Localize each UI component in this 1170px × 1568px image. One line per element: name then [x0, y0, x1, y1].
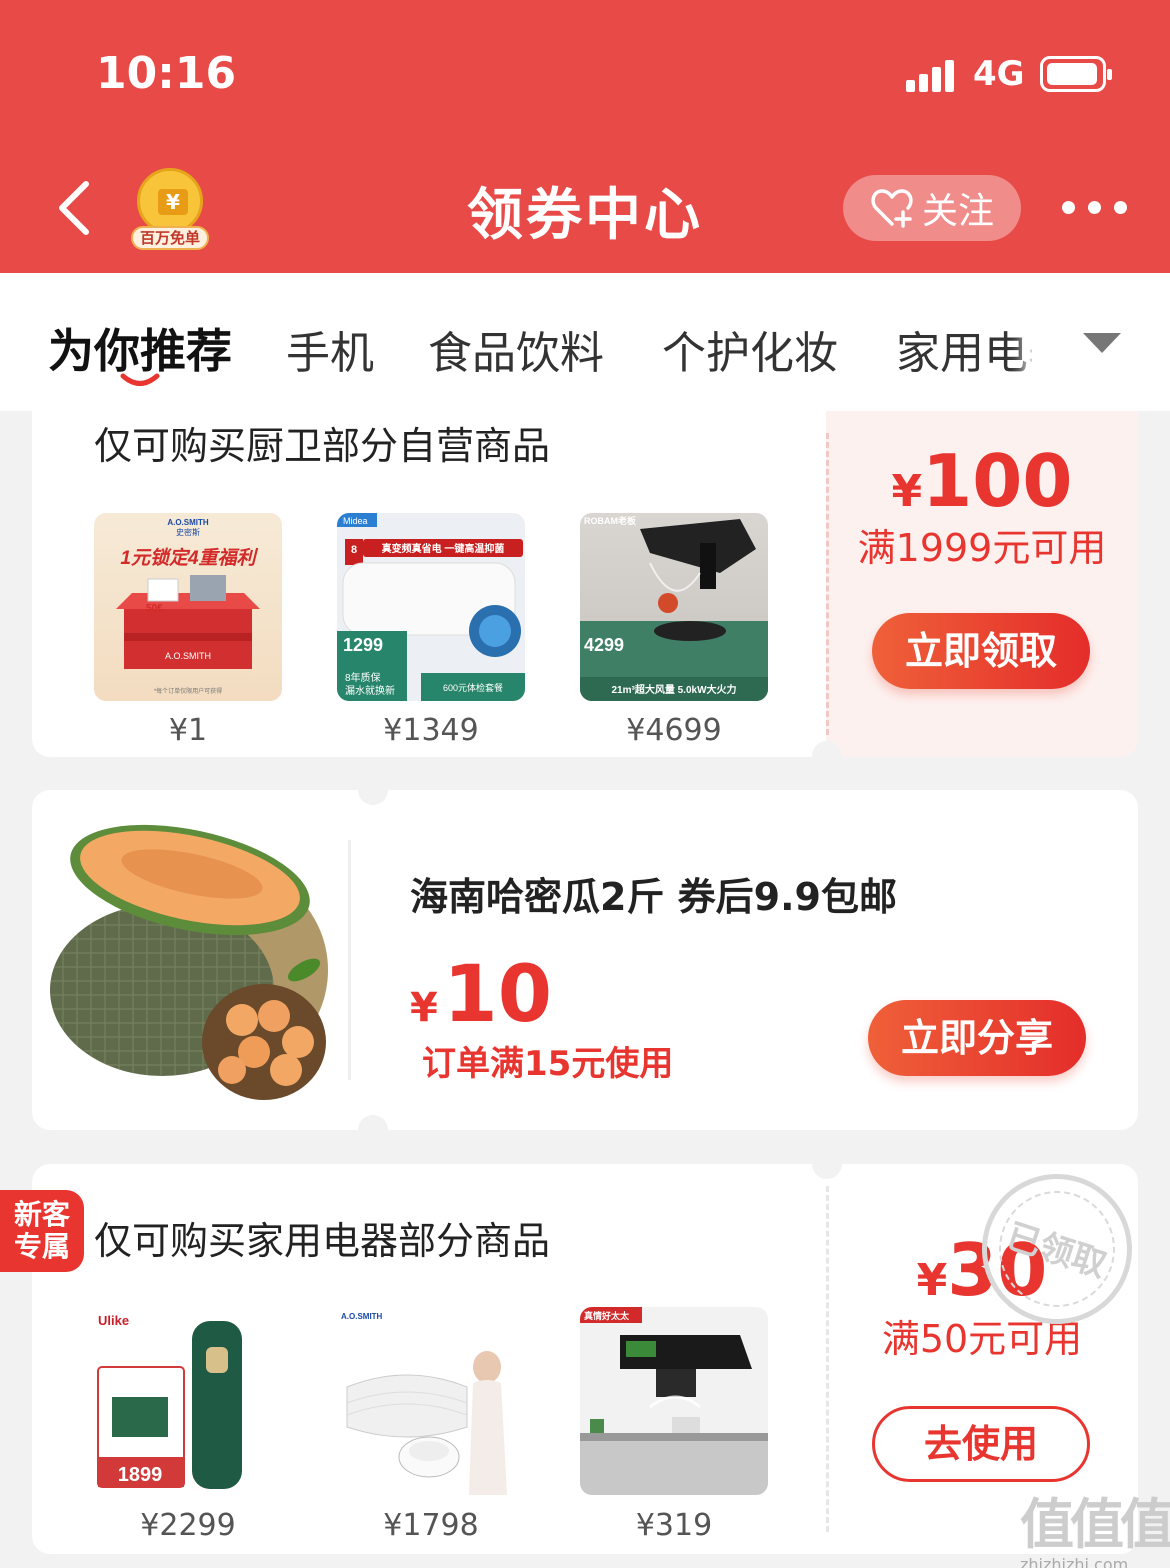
heart-plus-icon	[871, 189, 913, 228]
battery-icon	[1040, 56, 1112, 92]
svg-text:ROBAM老板: ROBAM老板	[584, 515, 637, 526]
header-bar: 10:16 4G ¥ 百万免单 领券中心 关注	[0, 0, 1170, 273]
svg-text:真变频真省电 一键高温抑菌: 真变频真省电 一键高温抑菌	[382, 542, 505, 555]
active-tab-indicator	[120, 373, 160, 386]
coupon-card-appliances: 仅可购买家用电器部分商品 Ulike 1899 ¥2299 A.O.SMITH …	[32, 1164, 1138, 1554]
product-price: ¥4699	[626, 713, 722, 748]
product-price: ¥2299	[140, 1508, 236, 1543]
tab-personal-care[interactable]: 个护化妆	[662, 317, 838, 381]
use-now-button[interactable]: 去使用	[872, 1406, 1090, 1482]
follow-button[interactable]: 关注	[843, 175, 1021, 241]
svg-text:21m³超大风量 5.0kW大火力: 21m³超大风量 5.0kW大火力	[611, 683, 736, 696]
product-price: ¥1349	[383, 713, 479, 748]
coupon-card-kitchen: 仅可购买厨卫部分自营商品 A.O.SMITH 史密斯 1元锁定4重福利 A.O.…	[32, 411, 1138, 757]
svg-text:真情好太太: 真情好太太	[584, 1310, 630, 1321]
coupon-value-panel: ¥100 满1999元可用 立即领取	[826, 411, 1138, 757]
site-watermark: 值值值 zhizhizhi.com	[1020, 1480, 1170, 1568]
svg-text:A.O.SMITH: A.O.SMITH	[167, 518, 209, 527]
coupon-amount: ¥100	[891, 439, 1073, 523]
coupon-title: 海南哈密瓜2斤 券后9.9包邮	[410, 875, 897, 919]
tab-recommended[interactable]: 为你推荐	[48, 315, 232, 381]
follow-label: 关注	[921, 191, 994, 232]
share-now-button[interactable]: 立即分享	[868, 1000, 1086, 1076]
svg-text:8年质保: 8年质保	[345, 671, 381, 684]
signal-icon	[906, 60, 954, 92]
svg-text:600元体检套餐: 600元体检套餐	[443, 682, 503, 693]
product-price: ¥1798	[383, 1508, 479, 1543]
coupon-condition: 满1999元可用	[857, 526, 1107, 570]
svg-text:A.O.SMITH: A.O.SMITH	[341, 1312, 383, 1321]
category-tabs: 为你推荐 手机 食品饮料 个护化妆 家用电器	[0, 273, 1170, 411]
svg-text:Midea: Midea	[343, 516, 368, 526]
product-image-ulike[interactable]: Ulike 1899	[94, 1307, 282, 1495]
svg-text:4299: 4299	[584, 635, 624, 655]
tab-food-drinks[interactable]: 食品饮料	[428, 317, 604, 381]
new-customer-tag: 新客 专属	[0, 1190, 84, 1272]
svg-text:Ulike: Ulike	[98, 1313, 129, 1328]
product-image-aosmith[interactable]: A.O.SMITH 史密斯 1元锁定4重福利 A.O.SMITH 50€ *每个…	[94, 513, 282, 701]
svg-text:1元锁定4重福利: 1元锁定4重福利	[120, 547, 258, 569]
coupon-condition: 满50元可用	[881, 1317, 1083, 1361]
product-price: ¥1	[168, 713, 208, 748]
product-image-robam[interactable]: ROBAM老板 4299 21m³超大风量 5.0kW大火力	[580, 513, 768, 701]
product-image-aosmith-blanket[interactable]: A.O.SMITH	[337, 1307, 525, 1495]
tab-phones[interactable]: 手机	[286, 317, 374, 381]
chevron-down-icon	[1083, 333, 1121, 353]
claim-now-button[interactable]: 立即领取	[872, 613, 1090, 689]
coupon-title: 仅可购买家用电器部分商品	[94, 1219, 551, 1263]
coupon-card-melon: 海南哈密瓜2斤 券后9.9包邮 ¥ 10 订单满15元使用 立即分享	[32, 790, 1138, 1130]
product-image-hood[interactable]: 真情好太太	[580, 1307, 768, 1495]
coupon-condition: 订单满15元使用	[422, 1044, 674, 1084]
watermark-logo: 值值值	[1020, 1493, 1170, 1556]
svg-text:8: 8	[351, 544, 357, 556]
svg-text:50€: 50€	[146, 603, 163, 614]
product-price: ¥319	[635, 1508, 713, 1543]
product-image-midea[interactable]: Midea 真变频真省电 一键高温抑菌 8 1299 8年质保 漏水就换新 60…	[337, 513, 525, 701]
svg-text:*每个订单仅限用户可获得: *每个订单仅限用户可获得	[154, 687, 222, 695]
svg-text:A.O.SMITH: A.O.SMITH	[165, 651, 211, 661]
network-type: 4G	[973, 54, 1025, 94]
product-image-melon[interactable]	[42, 820, 332, 1110]
more-options-button[interactable]	[1060, 198, 1128, 218]
coupon-amount: ¥ 10	[410, 950, 552, 1040]
svg-text:1899: 1899	[118, 1464, 163, 1486]
tabs-expand-area[interactable]	[1032, 273, 1170, 411]
coupon-title: 仅可购买厨卫部分自营商品	[94, 424, 551, 468]
svg-text:史密斯: 史密斯	[176, 527, 200, 537]
status-time: 10:16	[96, 48, 237, 99]
svg-text:1299: 1299	[343, 635, 383, 655]
svg-text:漏水就换新: 漏水就换新	[345, 684, 395, 697]
